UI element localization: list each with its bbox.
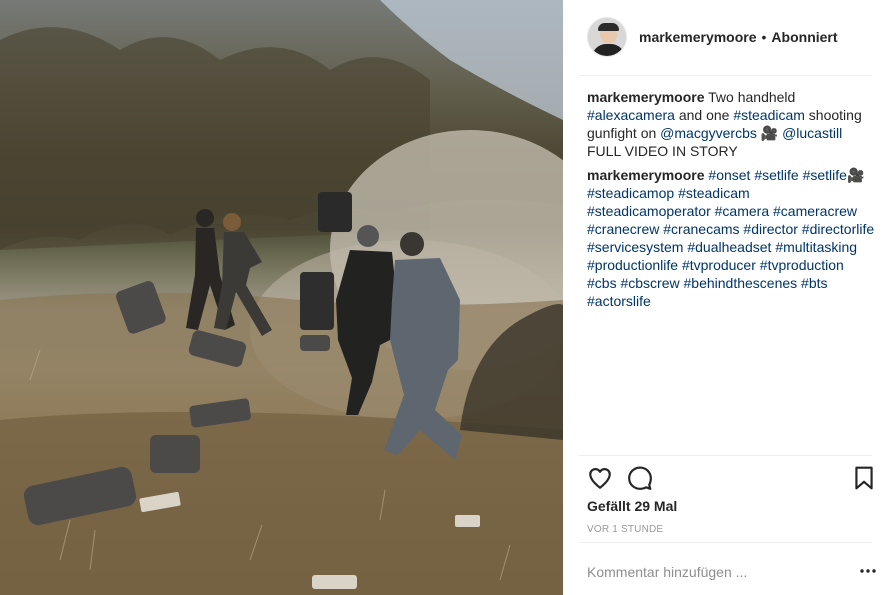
actions-divider: [579, 455, 872, 456]
post-side-panel: markemerymoore • Abonniert markemerymoor…: [563, 0, 896, 595]
tags-hashtag-link[interactable]: #tvproducer: [682, 257, 756, 273]
tags-hashtag-link[interactable]: #productionlife: [587, 257, 678, 273]
comments-list: markemerymoore Two handheld #alexacamera…: [587, 88, 877, 316]
caption-text-segment: FULL VIDEO IN STORY: [587, 143, 738, 159]
tags-hashtag-link[interactable]: #steadicamoperator: [587, 203, 711, 219]
caption-username[interactable]: markemerymoore: [587, 89, 705, 105]
tags-hashtag-link[interactable]: #servicesystem: [587, 239, 683, 255]
more-dots-icon[interactable]: [859, 562, 877, 580]
tags-hashtag-link[interactable]: #cranecams: [663, 221, 739, 237]
tags-hashtag-link[interactable]: #behindthescenes: [684, 275, 798, 291]
tags-hashtag-link[interactable]: #actorslife: [587, 293, 651, 309]
caption-text-segment: Two handheld: [704, 89, 796, 105]
tags-hashtag-link[interactable]: #onset: [708, 167, 750, 183]
tags-hashtag-link[interactable]: #camera: [715, 203, 769, 219]
tags-hashtag-link[interactable]: #director: [743, 221, 797, 237]
bookmark-icon[interactable]: [851, 465, 877, 491]
photo-scene: [0, 0, 563, 595]
add-comment-input[interactable]: [587, 562, 877, 582]
likes-count-text: Gefällt 29 Mal: [587, 498, 678, 514]
hashtags-text: #onset #setlife #setlife🎥 #steadicamop #…: [587, 167, 874, 309]
tags-hashtag-link[interactable]: #cameracrew: [773, 203, 857, 219]
post-header: markemerymoore • Abonniert: [587, 16, 838, 58]
tags-hashtag-link[interactable]: #cbs: [587, 275, 617, 291]
tags-hashtag-link[interactable]: #directorlife: [802, 221, 874, 237]
hashtags-username[interactable]: markemerymoore: [587, 167, 705, 183]
caption-hashtag-link[interactable]: #alexacamera: [587, 107, 675, 123]
caption-comment: markemerymoore Two handheld #alexacamera…: [587, 88, 877, 160]
header-separator: •: [761, 29, 767, 45]
caption-hashtag-link[interactable]: #steadicam: [733, 107, 805, 123]
post-photo[interactable]: [0, 0, 563, 595]
post-timestamp: VOR 1 STUNDE: [587, 524, 664, 535]
tags-hashtag-link[interactable]: #cranecrew: [587, 221, 659, 237]
follow-status-button[interactable]: Abonniert: [771, 29, 837, 45]
hashtags-comment: markemerymoore #onset #setlife #setlife🎥…: [587, 166, 877, 310]
heart-icon[interactable]: [587, 465, 613, 491]
caption-text-segment: and one: [674, 107, 734, 123]
caption-hashtag-link[interactable]: @macgyvercbs: [660, 125, 757, 141]
header-divider: [579, 75, 872, 76]
avatar[interactable]: [587, 17, 627, 57]
tags-hashtag-link[interactable]: #setlife🎥: [803, 167, 865, 183]
tags-hashtag-link[interactable]: #setlife: [754, 167, 798, 183]
tags-hashtag-link[interactable]: #tvproduction: [760, 257, 844, 273]
header-username[interactable]: markemerymoore: [639, 29, 757, 45]
caption-text-segment: 🎥: [756, 125, 783, 141]
tags-hashtag-link[interactable]: #cbscrew: [620, 275, 679, 291]
tags-hashtag-link[interactable]: #dualheadset: [687, 239, 771, 255]
caption-hashtag-link[interactable]: @lucastill: [782, 125, 842, 141]
likes-count[interactable]: Gefällt 29 Mal: [587, 498, 677, 514]
tags-hashtag-link[interactable]: #steadicamop: [587, 185, 674, 201]
tags-hashtag-link[interactable]: #bts: [801, 275, 827, 291]
comment-input-divider: [579, 542, 872, 543]
post-actions: [587, 463, 873, 491]
tags-hashtag-link[interactable]: #steadicam: [678, 185, 750, 201]
tags-hashtag-link[interactable]: #multitasking: [775, 239, 857, 255]
speech-bubble-icon[interactable]: [627, 465, 653, 491]
